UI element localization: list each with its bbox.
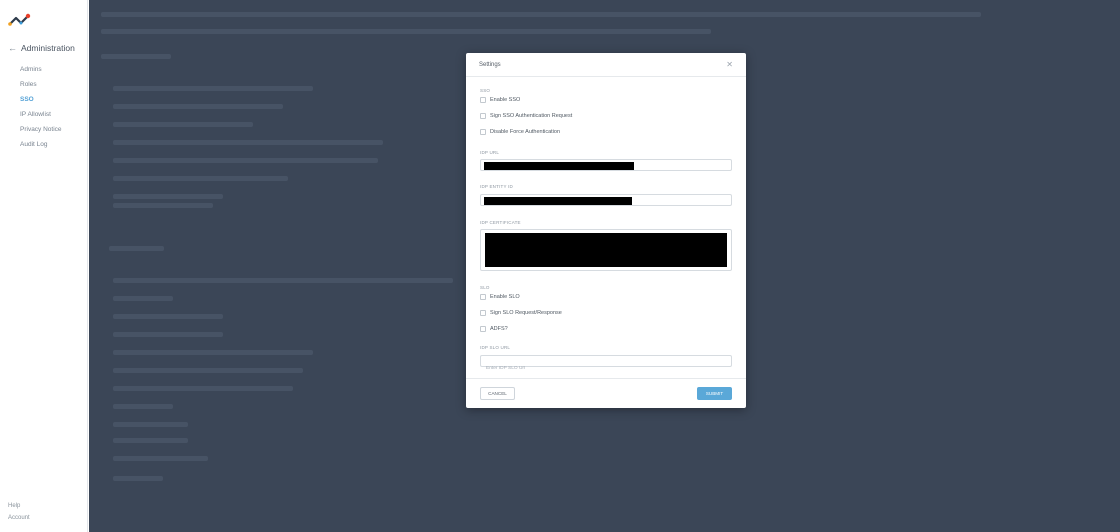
modal-body: SSO Enable SSO Sign SSO Authentication R… bbox=[466, 77, 746, 377]
enable-sso-checkbox[interactable]: Enable SSO bbox=[480, 97, 520, 103]
modal-footer: CANCEL SUBMIT bbox=[466, 378, 746, 408]
checkbox-label: Disable Force Authentication bbox=[490, 129, 561, 135]
help-link[interactable]: Help bbox=[8, 503, 20, 509]
slo-section-label: SLO bbox=[480, 285, 490, 290]
administration-title: Administration bbox=[21, 43, 75, 53]
redacted-value bbox=[485, 233, 727, 267]
redacted-value bbox=[484, 197, 632, 205]
checkbox-icon[interactable] bbox=[480, 113, 486, 119]
background-text-line bbox=[113, 176, 288, 181]
background-text-line bbox=[113, 422, 188, 427]
background-text-line bbox=[113, 350, 313, 355]
background-text-line bbox=[113, 368, 303, 373]
enable-slo-checkbox[interactable]: Enable SLO bbox=[480, 294, 520, 300]
background-text-line bbox=[113, 296, 173, 301]
checkbox-icon[interactable] bbox=[480, 326, 486, 332]
background-text-line bbox=[113, 438, 188, 443]
background-text-line bbox=[113, 404, 173, 409]
back-arrow-icon: ← bbox=[8, 43, 17, 53]
sidebar-item-audit-log[interactable]: Audit Log bbox=[20, 139, 62, 154]
idp-certificate-label: IDP CERTIFICATE bbox=[480, 220, 521, 225]
background-text-line bbox=[101, 12, 981, 17]
sso-section-label: SSO bbox=[480, 88, 491, 93]
background-text-line bbox=[109, 246, 164, 251]
modal-header: Settings ✕ bbox=[466, 53, 746, 77]
sign-sso-auth-request-checkbox[interactable]: Sign SSO Authentication Request bbox=[480, 113, 572, 119]
idp-certificate-textarea[interactable] bbox=[480, 229, 732, 271]
background-text-line bbox=[101, 54, 171, 59]
background-text-line bbox=[113, 140, 383, 145]
sidebar-item-ip-allowlist[interactable]: IP Allowlist bbox=[20, 109, 62, 124]
administration-back-link[interactable]: ← Administration bbox=[8, 43, 75, 53]
idp-slo-url-input[interactable] bbox=[481, 363, 731, 374]
checkbox-label: Enable SSO bbox=[490, 97, 521, 103]
redacted-value bbox=[484, 162, 634, 170]
adfs-checkbox[interactable]: ADFS? bbox=[480, 326, 508, 332]
idp-slo-url-field[interactable] bbox=[480, 355, 732, 374]
background-text-line bbox=[113, 332, 223, 337]
checkbox-label: Sign SLO Request/Response bbox=[490, 310, 562, 316]
idp-entity-id-label: IDP ENTITY ID bbox=[480, 184, 513, 189]
background-text-line bbox=[113, 203, 213, 208]
app-logo[interactable] bbox=[8, 12, 32, 28]
idp-url-field[interactable] bbox=[480, 159, 732, 171]
checkbox-icon[interactable] bbox=[480, 310, 486, 316]
background-text-line bbox=[113, 278, 453, 283]
background-text-line bbox=[113, 86, 313, 91]
close-icon[interactable]: ✕ bbox=[726, 60, 733, 69]
checkbox-label: ADFS? bbox=[490, 326, 508, 332]
background-text-line bbox=[113, 386, 293, 391]
background-text-line bbox=[113, 122, 253, 127]
settings-modal: Settings ✕ SSO Enable SSO Sign SSO Authe… bbox=[466, 53, 746, 408]
background-text-line bbox=[113, 104, 283, 109]
background-text-line bbox=[113, 456, 208, 461]
sidebar-item-roles[interactable]: Roles bbox=[20, 79, 62, 94]
background-text-line bbox=[101, 29, 711, 34]
sign-slo-request-response-checkbox[interactable]: Sign SLO Request/Response bbox=[480, 310, 562, 316]
submit-button[interactable]: SUBMIT bbox=[697, 387, 732, 400]
idp-entity-id-field[interactable] bbox=[480, 194, 732, 206]
account-link[interactable]: Account bbox=[8, 515, 30, 521]
checkbox-icon[interactable] bbox=[480, 129, 486, 135]
sidebar-item-privacy-notice[interactable]: Privacy Notice bbox=[20, 124, 62, 139]
sidebar: ← Administration Admins Roles SSO IP All… bbox=[0, 0, 88, 532]
checkbox-label: Enable SLO bbox=[490, 294, 520, 300]
idp-url-label: IDP URL bbox=[480, 150, 500, 155]
cancel-button[interactable]: CANCEL bbox=[480, 387, 515, 400]
checkbox-icon[interactable] bbox=[480, 97, 486, 103]
sidebar-item-sso[interactable]: SSO bbox=[20, 94, 62, 109]
idp-slo-url-label: IDP SLO URL bbox=[480, 345, 511, 350]
checkbox-label: Sign SSO Authentication Request bbox=[490, 113, 573, 119]
background-text-line bbox=[113, 314, 223, 319]
background-text-line bbox=[113, 194, 223, 199]
modal-title: Settings bbox=[479, 61, 501, 68]
background-text-line bbox=[113, 158, 378, 163]
disable-force-auth-checkbox[interactable]: Disable Force Authentication bbox=[480, 129, 560, 135]
sidebar-item-admins[interactable]: Admins bbox=[20, 64, 62, 79]
checkbox-icon[interactable] bbox=[480, 294, 486, 300]
admin-nav: Admins Roles SSO IP Allowlist Privacy No… bbox=[20, 64, 62, 154]
background-text-line bbox=[113, 476, 163, 481]
